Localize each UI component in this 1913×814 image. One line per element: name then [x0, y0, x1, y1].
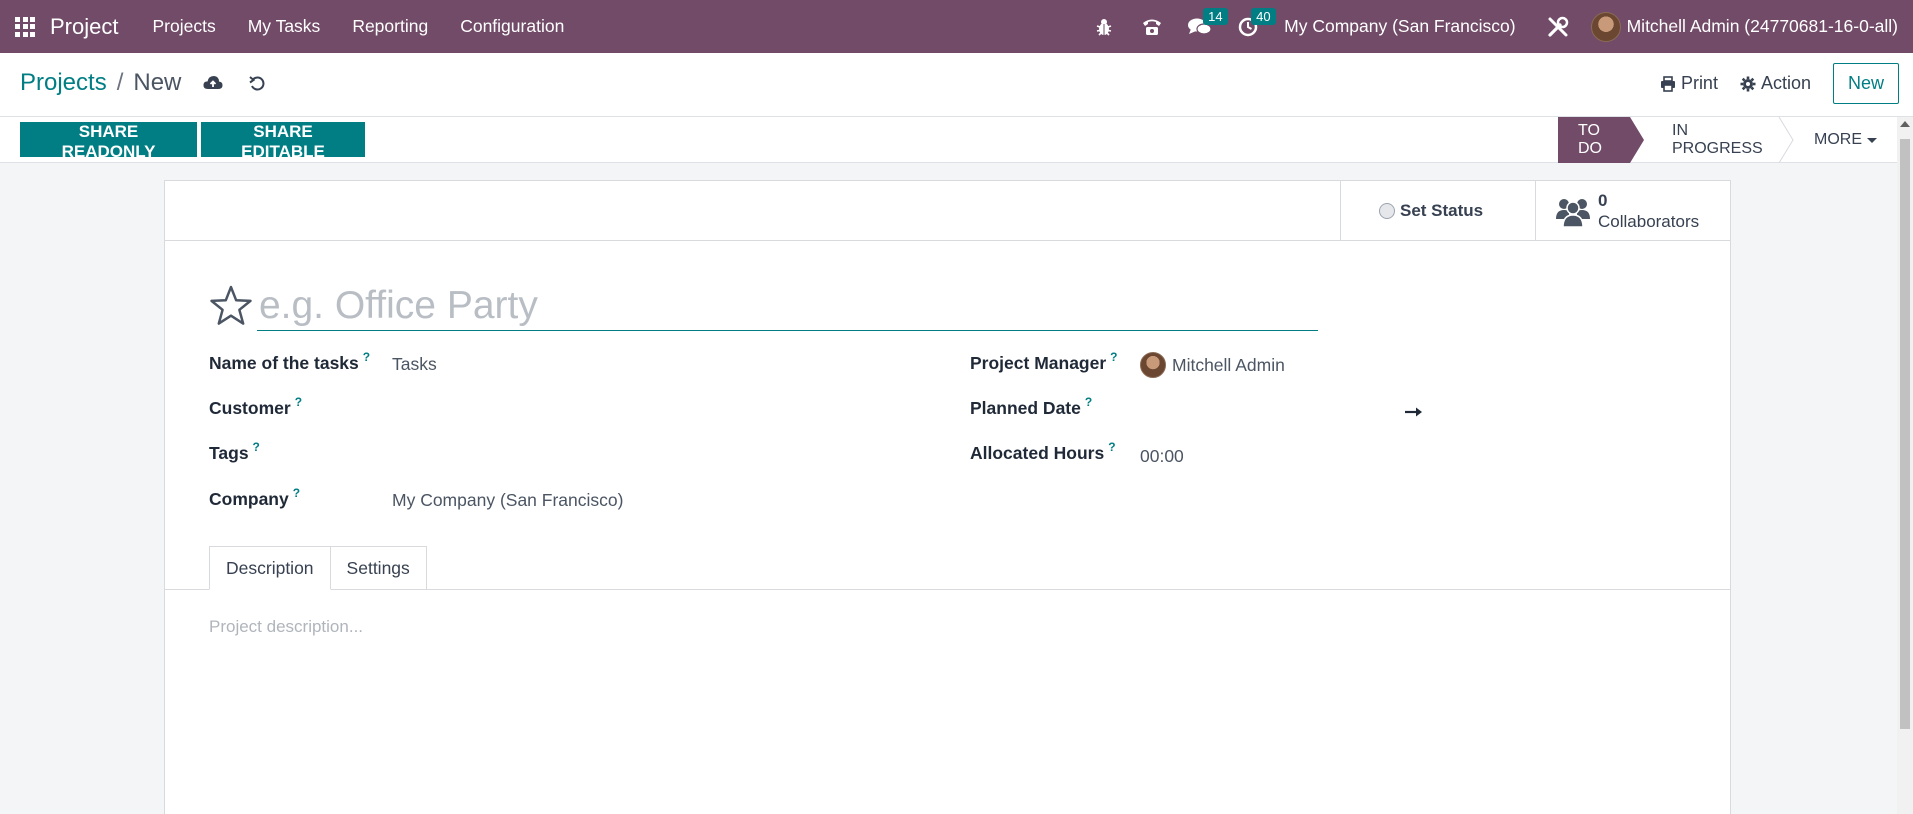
printer-icon [1660, 75, 1675, 92]
menu-my-tasks[interactable]: My Tasks [248, 16, 321, 37]
stage-in-progress[interactable]: IN PROGRESS [1644, 117, 1794, 163]
set-status-button[interactable]: Set Status [1340, 181, 1535, 240]
stage-todo-label: TO DO [1578, 122, 1602, 157]
planned-date-end-input[interactable] [1425, 399, 1585, 423]
print-button[interactable]: Print [1660, 73, 1718, 94]
arrow-right-icon [1405, 407, 1422, 417]
label-allocated-hours: Allocated Hours [970, 443, 1105, 463]
breadcrumb-current: New [133, 69, 182, 96]
help-tooltip-icon[interactable]: ? [253, 440, 260, 454]
help-tooltip-icon[interactable]: ? [1110, 350, 1117, 364]
stage-more-label: MORE [1814, 131, 1862, 148]
help-tooltip-icon[interactable]: ? [295, 395, 302, 409]
debug-bug-icon[interactable] [1089, 12, 1119, 42]
messages-chat-icon[interactable]: 14 [1185, 7, 1228, 42]
action-button[interactable]: Action [1740, 73, 1811, 94]
form-statusbar: SHARE READONLY SHARE EDITABLE TO DO IN P… [0, 117, 1897, 163]
user-avatar[interactable] [1590, 11, 1621, 42]
label-project-manager: Project Manager [970, 353, 1107, 373]
project-manager-value: Mitchell Admin [1172, 354, 1285, 375]
label-planned-date: Planned Date [970, 398, 1081, 418]
notebook-tabs: Description Settings [209, 546, 427, 590]
tab-description[interactable]: Description [209, 546, 331, 590]
app-brand[interactable]: Project [50, 14, 118, 40]
menu-projects[interactable]: Projects [152, 16, 215, 37]
menu-configuration[interactable]: Configuration [460, 16, 564, 37]
form-sheet: Set Status 0 Collaborators Name of the t… [164, 180, 1731, 814]
project-description-editor[interactable]: Project description... [209, 617, 363, 637]
project-name-input[interactable] [256, 281, 1318, 331]
stage-more-dropdown[interactable]: MORE [1794, 117, 1897, 163]
activities-clock-icon[interactable]: 40 [1233, 7, 1276, 42]
name-of-tasks-input[interactable]: Tasks [392, 354, 437, 375]
messages-badge: 14 [1203, 7, 1228, 25]
tools-icon[interactable] [1543, 12, 1573, 42]
company-switcher[interactable]: My Company (San Francisco) [1284, 16, 1515, 37]
tags-input[interactable] [392, 444, 892, 468]
breadcrumb-separator: / [116, 69, 124, 96]
project-manager-input[interactable]: Mitchell Admin [1140, 352, 1285, 378]
field-planned-date: Planned Date? [970, 395, 1092, 419]
action-label: Action [1760, 73, 1811, 93]
users-group-icon [1556, 198, 1590, 227]
field-name-of-tasks: Name of the tasks? [209, 350, 370, 374]
label-company: Company [209, 489, 289, 509]
gear-icon [1740, 76, 1756, 91]
stage-selector: TO DO IN PROGRESS MORE [1558, 117, 1897, 163]
user-menu[interactable]: Mitchell Admin (24770681-16-0-all) [1627, 16, 1898, 37]
discard-undo-icon[interactable] [249, 75, 266, 92]
stage-in-progress-label: IN PROGRESS [1672, 122, 1763, 157]
stage-chevron-divider [1778, 117, 1794, 163]
field-company: Company? [209, 486, 300, 510]
status-circle-icon [1379, 202, 1395, 219]
menu-reporting[interactable]: Reporting [352, 16, 428, 37]
scroll-thumb[interactable] [1900, 139, 1910, 729]
field-project-manager: Project Manager? [970, 350, 1118, 374]
customer-input[interactable] [392, 399, 892, 423]
breadcrumb: Projects / New [20, 69, 266, 97]
new-button[interactable]: New [1832, 63, 1899, 104]
collaborators-label: Collaborators [1598, 211, 1700, 231]
help-tooltip-icon[interactable]: ? [363, 350, 370, 364]
share-readonly-button[interactable]: SHARE READONLY [20, 122, 197, 161]
manager-avatar [1140, 352, 1166, 378]
collaborators-button[interactable]: 0 Collaborators [1535, 181, 1730, 240]
scroll-up-arrow-icon[interactable] [1900, 121, 1910, 127]
label-name-of-tasks: Name of the tasks [209, 353, 359, 373]
field-customer: Customer? [209, 395, 302, 419]
favorite-star-icon[interactable] [209, 285, 253, 327]
set-status-label: Set Status [1400, 200, 1484, 220]
apps-menu-icon[interactable] [15, 16, 35, 37]
breadcrumb-projects-link[interactable]: Projects [20, 69, 107, 97]
collaborators-count: 0 [1598, 190, 1608, 210]
button-box: Set Status 0 Collaborators [165, 181, 1730, 241]
label-customer: Customer [209, 398, 291, 418]
field-tags: Tags? [209, 440, 260, 464]
print-label: Print [1680, 73, 1718, 93]
activities-badge: 40 [1251, 7, 1276, 25]
stage-todo[interactable]: TO DO [1558, 117, 1644, 163]
help-tooltip-icon[interactable]: ? [1085, 395, 1092, 409]
field-allocated-hours: Allocated Hours? [970, 440, 1116, 464]
tab-settings[interactable]: Settings [329, 546, 427, 590]
help-tooltip-icon[interactable]: ? [1108, 440, 1115, 454]
page-scrollbar[interactable] [1897, 117, 1913, 814]
share-editable-button[interactable]: SHARE EDITABLE [201, 122, 365, 161]
phone-icon[interactable] [1137, 12, 1167, 42]
save-cloud-icon[interactable] [203, 75, 223, 91]
company-input[interactable]: My Company (San Francisco) [392, 490, 623, 511]
allocated-hours-input[interactable]: 00:00 [1140, 446, 1184, 467]
title-row [209, 281, 1318, 331]
caret-down-icon [1867, 137, 1877, 143]
top-navbar: Project Projects My Tasks Reporting Conf… [0, 0, 1913, 53]
control-panel: Projects / New Print Action New [0, 53, 1913, 117]
help-tooltip-icon[interactable]: ? [293, 486, 300, 500]
label-tags: Tags [209, 443, 249, 463]
